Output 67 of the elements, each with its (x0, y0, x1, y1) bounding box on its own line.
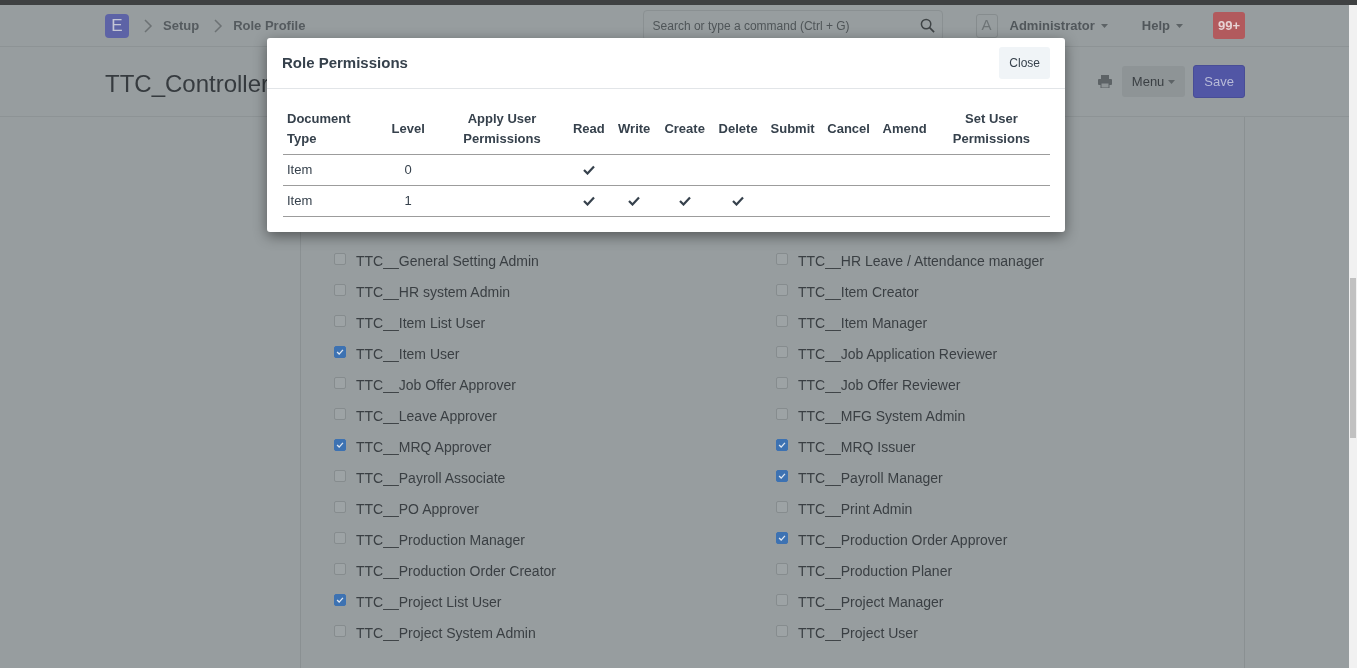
menu-button[interactable]: Menu (1121, 65, 1186, 98)
checkbox-label: TTC__Project Manager (798, 593, 944, 612)
checkbox[interactable] (776, 438, 788, 451)
checkbox-label: TTC__Job Application Reviewer (798, 345, 998, 364)
chevron-icon (213, 18, 224, 33)
checkbox[interactable] (776, 469, 788, 482)
column-header: Read (566, 104, 611, 155)
checkbox-label: TTC__Job Offer Approver (356, 376, 517, 395)
column-header: Amend (876, 104, 933, 155)
column-header: Cancel (820, 104, 877, 155)
help-menu[interactable]: Help (1141, 15, 1183, 36)
checkbox-label: TTC__Production Manager (356, 531, 525, 550)
column-header: Delete (711, 104, 765, 155)
checkbox-label: TTC__HR Leave / Attendance manager (798, 252, 1044, 271)
checkbox-label: TTC__Production Order Approver (798, 531, 1008, 550)
chevron-icon (143, 18, 153, 33)
column-header: Level (378, 104, 438, 155)
column-header: Apply User Permissions (437, 104, 567, 155)
checkbox-label: TTC__Leave Approver (356, 407, 497, 426)
column-header: Submit (764, 104, 821, 155)
notification-badge[interactable]: 99+ (1212, 11, 1245, 40)
checkbox-label: TTC__Item Creator (798, 283, 919, 302)
checkbox-label: TTC__MFG System Admin (798, 407, 966, 426)
printer-icon (1097, 75, 1112, 88)
checkbox-label: TTC__Item User (356, 345, 460, 364)
logo[interactable]: E (105, 13, 129, 38)
checkbox-label: TTC__HR system Admin (356, 283, 511, 302)
checkbox[interactable] (776, 531, 788, 544)
checkbox-label: TTC__General Setting Admin (356, 252, 539, 271)
breadcrumb-link[interactable]: Setup (163, 15, 200, 36)
checkbox-label: TTC__MRQ Approver (356, 438, 492, 457)
user-menu[interactable]: Administrator (1009, 15, 1108, 36)
checkbox-label: TTC__Job Offer Reviewer (798, 376, 961, 395)
caret-icon (1168, 79, 1176, 84)
checkbox[interactable] (334, 593, 346, 606)
save-button[interactable]: Save (1193, 64, 1245, 99)
scrollbar[interactable] (1349, 5, 1357, 668)
table-cell: Item (283, 154, 379, 186)
checkbox-label: TTC__Item Manager (798, 314, 928, 333)
table-cell: 0 (378, 154, 438, 186)
checkbox[interactable] (334, 438, 346, 451)
close-button[interactable]: Close (999, 47, 1050, 79)
table-cell: 1 (378, 185, 438, 217)
checkbox-label: TTC__Payroll Manager (798, 469, 943, 488)
page-title: TTC_Controller (105, 69, 270, 99)
caret-icon (1175, 23, 1183, 28)
checkbox-label: TTC__Production Planer (798, 562, 953, 581)
checkbox[interactable] (334, 345, 346, 358)
column-header: Create (657, 104, 712, 155)
breadcrumb-link[interactable]: Role Profile (233, 15, 306, 36)
checkbox-label: TTC__PO Approver (356, 500, 479, 519)
search-field[interactable]: Search or type a command (Ctrl + G) (642, 10, 943, 41)
checkbox-label: TTC__Project User (798, 624, 918, 643)
checkbox-label: TTC__Project List User (356, 593, 502, 612)
table-cell: Item (283, 185, 379, 217)
checkbox-label: TTC__Project System Admin (356, 624, 536, 643)
checkbox-label: TTC__MRQ Issuer (798, 438, 916, 457)
column-header: Document Type (283, 104, 379, 155)
checkbox-label: TTC__Item List User (356, 314, 486, 333)
column-header: Write (610, 104, 658, 155)
caret-icon (1100, 23, 1108, 28)
modal-title: Role Permissions (282, 54, 408, 72)
checkbox-label: TTC__Print Admin (798, 500, 913, 519)
column-header: Set User Permissions (932, 104, 1050, 155)
search-icon (919, 18, 935, 33)
checkbox-label: TTC__Payroll Associate (356, 469, 506, 488)
checkbox-label: TTC__Production Order Creator (356, 562, 556, 581)
